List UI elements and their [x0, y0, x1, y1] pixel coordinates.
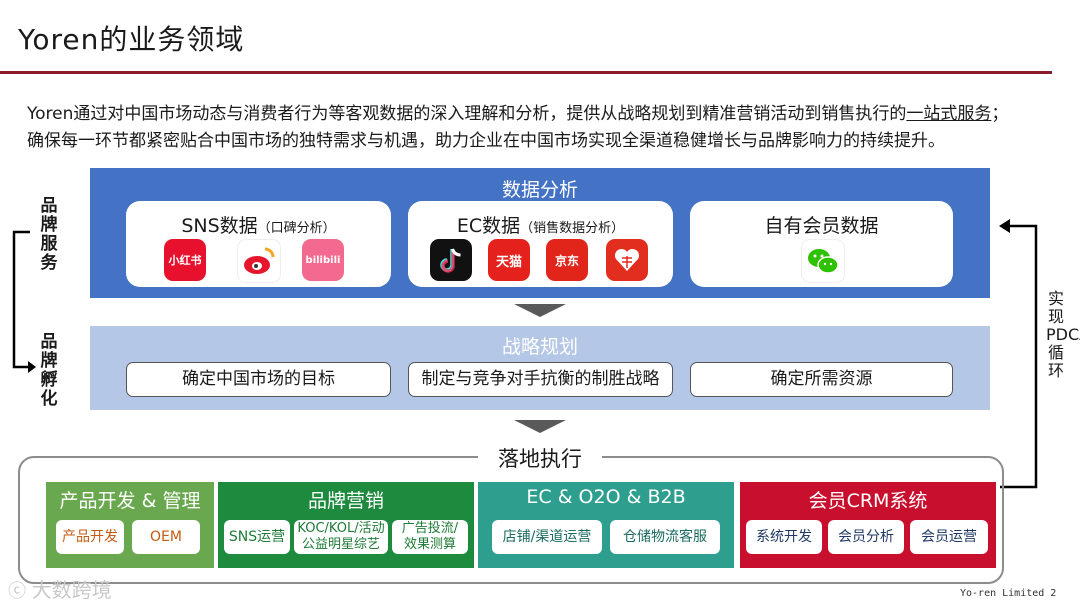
chip-warehouse: 仓储物流客服	[610, 520, 720, 554]
wechat-bubbles-icon	[808, 249, 839, 274]
chevron-down-icon	[514, 304, 566, 317]
left-bracket-arrow-icon	[12, 230, 36, 373]
wechat-icon	[801, 239, 845, 283]
pinduoduo-heart-icon	[614, 248, 640, 271]
douyin-note-icon	[440, 248, 461, 273]
data-analysis-title: 数据分析	[501, 179, 578, 201]
watermark-logo-icon: ⓒ	[8, 581, 32, 602]
jd-icon: 京东	[546, 239, 588, 281]
chevron-down-icon	[514, 420, 566, 433]
intro-line-2: 确保每一环节都紧密贴合中国市场的独特需求与机遇，助力企业在中国市场实现全渠道稳健…	[27, 131, 945, 151]
intro-line-1: Yoren通过对中国市场动态与消费者行为等客观数据的深入理解和分析，提供从战略规…	[27, 99, 1008, 124]
column-title: 品牌营销	[307, 490, 384, 512]
card-title: 自有会员数据	[764, 215, 879, 237]
weibo-logo-icon	[244, 247, 275, 274]
card-title: EC数据（销售数据分析）	[408, 211, 673, 238]
chip-oem: OEM	[132, 520, 200, 554]
chip-store-ops: 店铺/渠道运营	[492, 520, 602, 554]
label-brand-incubation: 品牌孵化	[40, 332, 58, 409]
chip-member-analysis: 会员分析	[828, 520, 904, 554]
column-ec-o2o-b2b: EC & O2O & B2B 店铺/渠道运营 仓储物流客服	[478, 482, 734, 568]
intro-text: Yoren通过对中国市场动态与消费者行为等客观数据的深入理解和分析，提供从战略规…	[27, 104, 907, 124]
footer-page-info: Yo-ren Limited 2	[960, 588, 1057, 599]
column-title: 产品开发 & 管理	[59, 490, 201, 512]
pdca-label: 实现 PDCA 循环	[1046, 289, 1080, 380]
column-brand-marketing: 品牌营销 SNS运营 KOC/KOL/活动 公益明星综艺 广告投流/ 效果测算	[218, 482, 474, 568]
title-divider	[0, 71, 1052, 74]
strategy-item: 确定所需资源	[690, 362, 953, 397]
strategy-item: 确定中国市场的目标	[126, 362, 391, 397]
card-title: SNS数据（口碑分析）	[126, 211, 391, 238]
tmall-icon: 天猫	[488, 239, 530, 281]
chip-system-dev: 系统开发	[746, 520, 822, 554]
intro-punct: ；	[991, 104, 1009, 124]
chip-ads: 广告投流/ 效果测算	[392, 520, 468, 554]
watermark: ⓒ 大数跨境	[8, 574, 112, 603]
xiaohongshu-icon: 小红书	[164, 239, 206, 281]
douyin-icon	[430, 239, 472, 281]
card-ec-data: EC数据（销售数据分析） 天猫 京东	[408, 201, 673, 287]
label-brand-service: 品牌服务	[40, 196, 58, 273]
execution-title: 落地执行	[478, 443, 602, 473]
chip-product-dev: 产品开发	[56, 520, 124, 554]
weibo-icon	[237, 239, 281, 283]
strategy-item: 制定与竞争对手抗衡的制胜战略	[408, 362, 673, 397]
card-sns-data: SNS数据（口碑分析） 小红书 bilibili	[126, 201, 391, 287]
card-member-data: 自有会员数据	[690, 201, 953, 287]
watermark-text: 大数跨境	[31, 578, 112, 602]
chip-member-ops: 会员运营	[910, 520, 988, 554]
column-product-dev: 产品开发 & 管理 产品开发 OEM	[46, 482, 214, 568]
card-title-text: SNS数据	[181, 215, 258, 237]
one-stop-service-link: 一站式服务	[906, 104, 992, 124]
bilibili-icon: bilibili	[302, 239, 344, 281]
pdca-loop-arrow-icon	[999, 219, 1038, 489]
page-title: Yoren的业务领域	[18, 23, 245, 56]
chip-sns-ops: SNS运营	[224, 520, 290, 554]
column-title: 会员CRM系统	[808, 490, 928, 512]
pinduoduo-icon	[606, 239, 648, 281]
chip-koc-kol: KOC/KOL/活动 公益明星综艺	[294, 520, 388, 554]
strategy-title: 战略规划	[501, 336, 578, 358]
column-title: EC & O2O & B2B	[526, 486, 686, 508]
card-subtitle: （销售数据分析）	[520, 221, 625, 236]
card-subtitle: （口碑分析）	[257, 221, 336, 236]
column-crm: 会员CRM系统 系统开发 会员分析 会员运营	[740, 482, 996, 568]
card-title-text: EC数据	[456, 215, 521, 237]
